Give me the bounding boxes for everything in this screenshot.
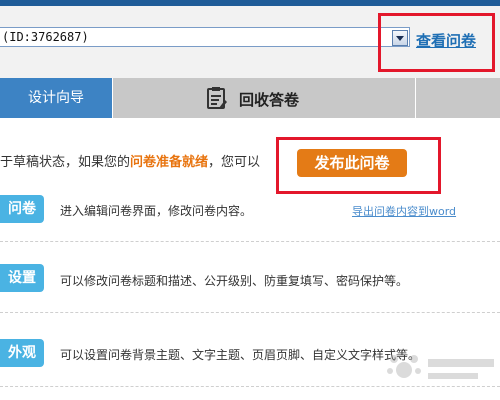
edit-survey-button[interactable]: 问卷 — [0, 195, 44, 223]
survey-select-value: (ID:3762687) — [2, 30, 89, 44]
edit-survey-description: 进入编辑问卷界面，修改问卷内容。 — [60, 204, 253, 218]
row-divider — [0, 312, 500, 313]
tab-collect-responses-label: 回收答卷 — [239, 91, 300, 109]
row-divider — [0, 241, 500, 242]
annotation-box-publish — [276, 137, 441, 194]
tab-design-wizard[interactable]: 设计向导 — [0, 78, 112, 118]
annotation-box-view — [378, 13, 495, 72]
appearance-button[interactable]: 外观 — [0, 339, 44, 367]
settings-description: 可以修改问卷标题和描述、公开级别、防重复填写、密码保护等。 — [60, 274, 409, 288]
appearance-description: 可以设置问卷背景主题、文字主题、页眉页脚、自定义文字样式等。 — [60, 348, 421, 362]
settings-button[interactable]: 设置 — [0, 264, 44, 292]
survey-select[interactable]: (ID:3762687) — [0, 27, 410, 47]
tab-design-wizard-label: 设计向导 — [28, 90, 84, 106]
watermark-logo — [387, 355, 494, 379]
export-word-link[interactable]: 导出问卷内容到word — [352, 203, 456, 219]
status-prefix: 于草稿状态，如果您的 — [0, 155, 131, 170]
status-message: 于草稿状态，如果您的问卷准备就绪，您可以 — [0, 151, 260, 170]
tab-more[interactable] — [416, 78, 500, 118]
clipboard-icon — [207, 87, 227, 109]
tab-collect-responses[interactable]: 回收答卷 — [113, 78, 415, 118]
status-highlight: 问卷准备就绪 — [130, 155, 209, 170]
status-suffix: ，您可以 — [208, 155, 261, 170]
